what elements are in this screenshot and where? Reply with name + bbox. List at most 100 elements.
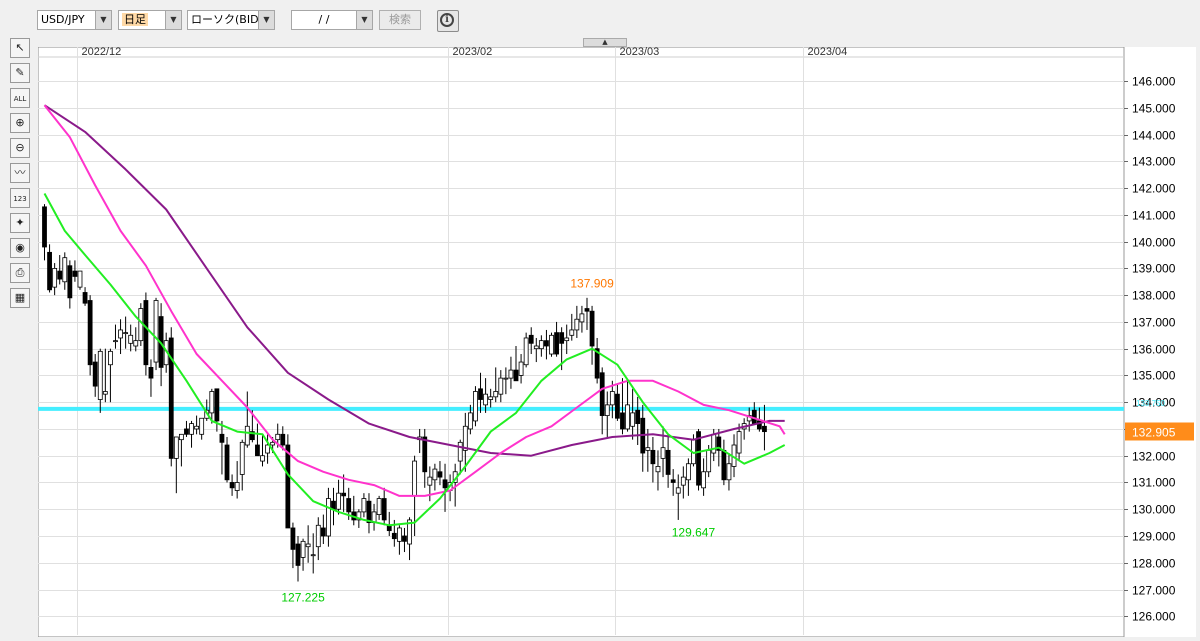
candle <box>77 270 83 288</box>
candle <box>97 350 103 400</box>
candle <box>559 332 565 344</box>
y-tick-label: 136.000 <box>1132 343 1176 357</box>
y-tick-label: 141.000 <box>1132 209 1176 223</box>
table-glyph: ▦ <box>14 291 26 304</box>
candle <box>457 441 463 462</box>
candle <box>153 300 159 363</box>
symbol-select[interactable]: USD/JPY ▼ <box>37 10 112 30</box>
candle <box>290 527 296 550</box>
candle <box>315 524 321 548</box>
candle <box>108 350 113 366</box>
print-glyph: ⎙ <box>15 266 25 279</box>
candle <box>229 482 235 489</box>
zoom-out-glyph: ⊖ <box>15 141 25 154</box>
high-price-label: 137.909 <box>570 277 614 291</box>
candle <box>128 334 134 344</box>
candle <box>173 436 179 459</box>
pencil-icon[interactable]: ✎ <box>10 63 30 83</box>
candle <box>47 251 52 291</box>
table-icon[interactable]: ▦ <box>10 288 30 308</box>
pencil-glyph: ✎ <box>15 66 25 79</box>
candle <box>326 498 331 537</box>
candle <box>508 369 514 379</box>
candle <box>72 270 78 277</box>
pointer-glyph: ↖ <box>15 41 25 54</box>
candle <box>544 340 549 347</box>
y-tick-label: 145.000 <box>1132 102 1176 116</box>
candle <box>549 334 554 355</box>
candle <box>523 337 529 366</box>
candle <box>260 455 265 462</box>
x-tick-label: 2023/02 <box>453 47 493 58</box>
x-tick-label: 2023/04 <box>808 47 848 58</box>
candle <box>736 431 742 454</box>
candle <box>675 487 681 494</box>
candle <box>701 471 706 489</box>
candle <box>620 412 625 430</box>
candle <box>589 310 595 347</box>
candle <box>437 471 443 478</box>
candle <box>224 444 230 481</box>
y-tick-label: 146.000 <box>1132 75 1176 89</box>
candle <box>432 468 438 481</box>
candle <box>87 300 93 366</box>
low-price-label: 129.647 <box>672 526 716 540</box>
y-tick-label: 140.000 <box>1132 236 1176 250</box>
candle <box>346 498 352 513</box>
chevron-down-icon: ▼ <box>258 11 274 29</box>
eye-icon[interactable]: ◉ <box>10 238 30 258</box>
candle <box>280 433 286 446</box>
x-tick-label: 2023/03 <box>620 47 660 58</box>
candle <box>488 396 494 400</box>
candle <box>184 428 189 435</box>
indicator-icon[interactable]: 〰 <box>10 163 30 183</box>
chart-type-value: ローソク(BID) <box>191 13 263 26</box>
print-icon[interactable]: ⎙ <box>10 263 30 283</box>
numeric-icon[interactable]: 123 <box>10 188 30 208</box>
candle <box>726 463 732 481</box>
y-tick-label: 132.000 <box>1132 450 1176 464</box>
candle <box>67 265 73 299</box>
horizontal-line-label: 133.750 <box>1136 399 1165 408</box>
candle <box>473 391 478 422</box>
candle <box>123 332 129 335</box>
collapse-panel-button[interactable]: ▲ <box>583 38 627 47</box>
y-tick-label: 127.000 <box>1132 584 1176 598</box>
info-button[interactable]: i <box>437 10 459 32</box>
candle <box>762 425 767 433</box>
candle <box>569 329 575 336</box>
candle <box>599 372 605 416</box>
candle <box>584 308 590 312</box>
drawing-objects-icon[interactable]: ✦ <box>10 213 30 233</box>
date-select[interactable]: / / ▼ <box>291 10 373 30</box>
y-tick-label: 137.000 <box>1132 316 1176 330</box>
zoom-out-icon[interactable]: ⊖ <box>10 138 30 158</box>
candle <box>665 449 671 475</box>
candle <box>478 388 483 400</box>
candle <box>148 367 154 379</box>
chevron-down-icon: ▼ <box>95 11 111 29</box>
y-tick-label: 135.000 <box>1132 369 1176 383</box>
search-button[interactable]: 検索 <box>379 10 421 30</box>
candle <box>493 391 499 398</box>
eye-glyph: ◉ <box>15 241 25 254</box>
candle <box>615 393 620 419</box>
candle <box>255 444 260 457</box>
drawing-objects-glyph: ✦ <box>15 216 25 229</box>
y-tick-label: 144.000 <box>1132 129 1176 143</box>
numeric-glyph: 123 <box>13 195 27 203</box>
candle <box>518 361 524 376</box>
current-price-label: 132.905 <box>1132 425 1176 439</box>
candle <box>604 404 610 416</box>
chart-type-select[interactable]: ローソク(BID) ▼ <box>187 10 275 30</box>
candle <box>660 447 666 459</box>
chart-area[interactable]: 126.000 127.000 128.000 129.000 130.000 131.0… <box>37 46 1197 638</box>
pointer-icon[interactable]: ↖ <box>10 38 30 58</box>
candle <box>310 554 316 557</box>
erase-all-icon[interactable]: ALL <box>10 88 30 108</box>
zoom-in-icon[interactable]: ⊕ <box>10 113 30 133</box>
candlestick-chart[interactable]: 126.000 127.000 128.000 129.000 130.000 131.0… <box>37 46 1197 638</box>
timeframe-select[interactable]: 日足 ▼ <box>118 10 182 30</box>
candle <box>275 433 281 441</box>
chevron-up-icon: ▲ <box>602 38 608 46</box>
